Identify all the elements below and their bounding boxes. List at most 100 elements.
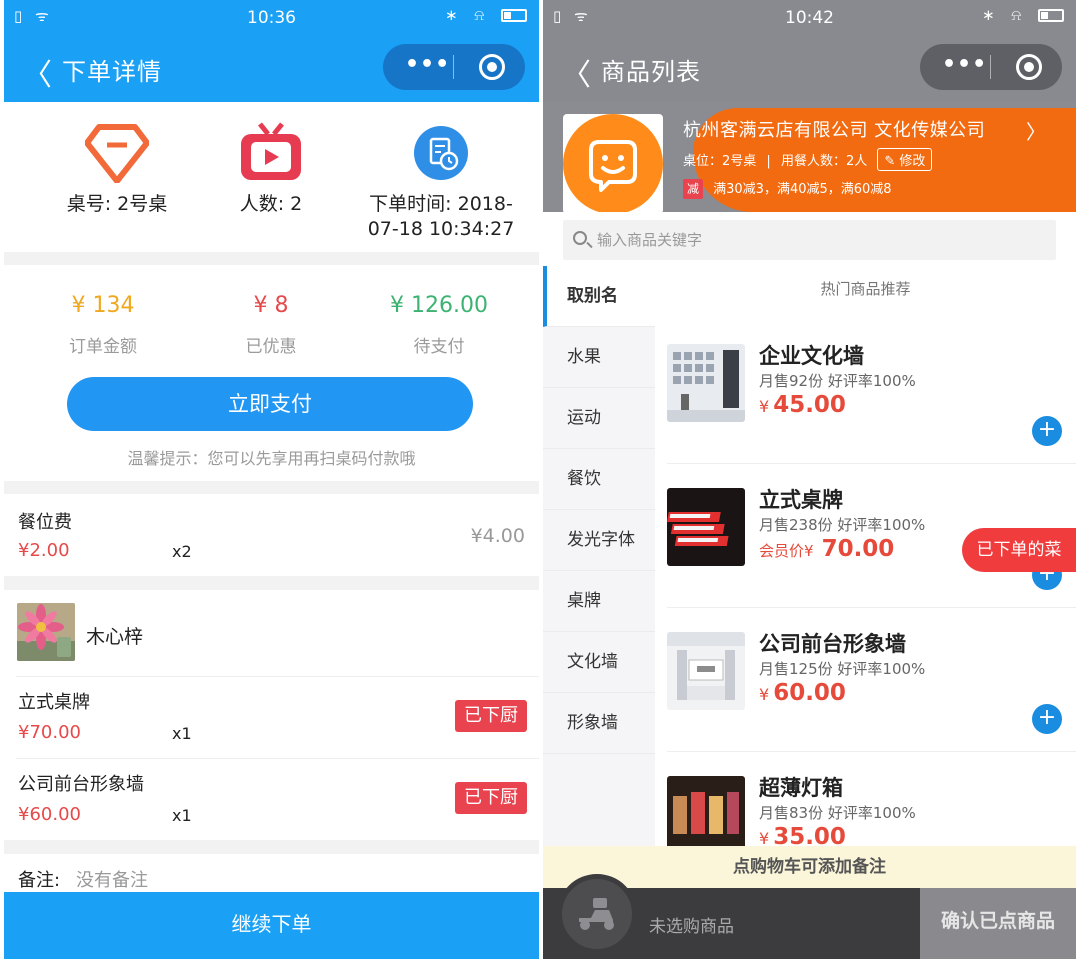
discount-label: 已优惠 [245,337,297,357]
close-miniapp-icon[interactable] [479,54,505,80]
battery-icon: ∗ ⍾ [982,6,1064,24]
search-input[interactable]: 输入商品关键字 [563,220,1056,260]
cooked-status-badge: 已下厨 [455,782,527,814]
cart-button[interactable] [557,874,637,954]
goods-thumbnail [667,632,745,710]
goods-item[interactable]: 公司前台形象墙 月售125份 好评率100% ¥60.00 + [667,608,1076,752]
cart-note-hint: 点购物车可添加备注 [543,846,1076,888]
flower-avatar-icon [17,603,75,661]
promo-line: 减 满30减3，满40减5，满60减8 [683,178,892,199]
confirm-order-button[interactable]: 确认已点商品 [920,888,1076,959]
nav-bar: 〈 下单详情 ••• [4,34,539,102]
item-qty: x1 [172,724,192,743]
category-item[interactable]: 桌牌 [543,571,655,632]
chevron-right-icon[interactable]: 〉 [1026,116,1046,145]
order-detail-screen: ▯ ᯤ 10:36 ∗ ⍾ 〈 下单详情 ••• 桌号: 2号桌 人数: 2 下… [4,0,539,959]
discount-value: ¥ 8 [253,293,289,318]
price-prefix: ¥ [759,829,770,846]
order-time-icon [414,126,468,180]
close-miniapp-icon[interactable] [1016,54,1042,80]
add-to-cart-button[interactable]: + [1032,704,1062,734]
people-count: 人数: 2 [239,193,303,215]
tv-icon [241,122,301,180]
goods-thumbnail [667,344,745,422]
category-item[interactable]: 发光字体 [543,510,655,571]
remark-row: 备注: 没有备注 [4,854,539,894]
goods-name: 企业文化墙 [759,344,864,368]
goods-price: 会员价¥ 70.00 [759,536,894,562]
category-item[interactable]: 运动 [543,388,655,449]
goods-item[interactable]: 超薄灯箱 月售83份 好评率100% ¥35.00 [667,752,1076,846]
ordered-dishes-button[interactable]: 已下单的菜 [962,528,1076,572]
discount-amount: ¥ 8 已优惠 [186,293,356,357]
pending-value: ¥ 126.00 [390,293,488,318]
price-value: 70.00 [821,536,895,562]
category-sidebar: 取别名 水果 运动 餐饮 发光字体 桌牌 文化墙 形象墙 [543,266,655,846]
order-info: 桌号: 2号桌 人数: 2 下单时间: 2018-07-18 10:34:27 [4,102,539,252]
price-prefix: 会员价¥ [759,542,814,560]
edit-label: 修改 [899,154,926,169]
time-info: 下单时间: 2018-07-18 10:34:27 [356,122,526,242]
pending-label: 待支付 [413,337,465,357]
user-name: 木心梓 [86,626,144,648]
pending-amount: ¥ 126.00 待支付 [354,293,524,357]
smile-logo-icon [563,114,663,212]
search-placeholder: 输入商品关键字 [597,231,703,249]
category-item[interactable]: 水果 [543,327,655,388]
edit-button[interactable]: ✎ 修改 [877,148,933,171]
nav-bar: 〈 商品列表 ••• [543,34,1076,102]
order-amount: ¥ 134 订单金额 [18,293,188,357]
product-list-screen: ▯ ᯤ 10:42 ∗ ⍾ 〈 商品列表 ••• 杭州客满云店有限公司 文化传媒… [543,0,1076,959]
pay-now-button[interactable]: 立即支付 [67,377,473,431]
category-item[interactable]: 文化墙 [543,632,655,693]
cart-bar: 未选购商品 确认已点商品 [543,874,1076,959]
shop-header[interactable]: 杭州客满云店有限公司 文化传媒公司 〉 桌位：2号桌 | 用餐人数：2人 ✎ 修… [543,102,1076,212]
item-name: 立式桌牌 [18,692,90,713]
remark-label: 备注: [18,870,61,891]
miniapp-capsule: ••• [920,44,1062,90]
scooter-cart-icon [579,898,614,930]
battery-icon: ∗ ⍾ [445,6,527,24]
price-value: 45.00 [773,392,846,418]
back-icon[interactable]: 〈 [22,50,52,94]
seat-fee-price: ¥2.00 [18,540,70,561]
goods-sales: 月售125份 好评率100% [759,660,926,678]
diamond-icon [85,124,149,183]
continue-order-button[interactable]: 继续下单 [4,892,539,959]
promo-text: 满30减3，满40减5，满60减8 [713,182,892,197]
seat-fee-label: 餐位费 [18,512,72,533]
goods-price: ¥60.00 [759,680,846,706]
amount-summary: ¥ 134 订单金额 ¥ 8 已优惠 ¥ 126.00 待支付 立即支付 温馨提… [4,265,539,481]
goods-sales: 月售83份 好评率100% [759,804,916,822]
category-item[interactable]: 餐饮 [543,449,655,510]
goods-price: ¥45.00 [759,392,846,418]
back-icon[interactable]: 〈 [561,50,591,94]
category-item-active[interactable]: 取别名 [543,266,655,327]
item-name: 公司前台形象墙 [18,774,144,795]
seat-fee-total: ¥4.00 [470,525,525,547]
more-icon[interactable]: ••• [405,52,450,77]
goods-sales: 月售92份 好评率100% [759,372,916,390]
divider [16,676,539,677]
shop-name: 杭州客满云店有限公司 文化传媒公司 [683,120,986,141]
goods-name: 立式桌牌 [759,488,843,512]
capsule-divider [990,55,991,79]
price-prefix: ¥ [759,397,770,416]
table-number: 桌号: 2号桌 [66,193,168,215]
price-prefix: ¥ [759,685,770,704]
seat-fee-row: 餐位费 ¥2.00 x2 ¥4.00 [4,494,539,576]
goods-name: 超薄灯箱 [759,776,843,800]
user-order-block: 木心梓 立式桌牌 ¥70.00 x1 已下厨 公司前台形象墙 ¥60.00 x1… [4,590,539,840]
status-bar: ▯ ᯤ 10:42 ∗ ⍾ [543,0,1076,34]
category-item[interactable]: 形象墙 [543,693,655,754]
goods-item[interactable]: 企业文化墙 月售92份 好评率100% ¥45.00 + [667,320,1076,464]
diners-label: 用餐人数：2人 [780,154,868,169]
page-title: 下单详情 [62,58,162,86]
people-info: 人数: 2 [186,122,356,217]
more-icon[interactable]: ••• [942,52,987,77]
status-bar: ▯ ᯤ 10:36 ∗ ⍾ [4,0,539,34]
search-area: 输入商品关键字 [543,212,1076,270]
payment-tip: 温馨提示：您可以先享用再扫桌码付款哦 [127,449,416,468]
search-icon [573,231,587,245]
add-to-cart-button[interactable]: + [1032,416,1062,446]
